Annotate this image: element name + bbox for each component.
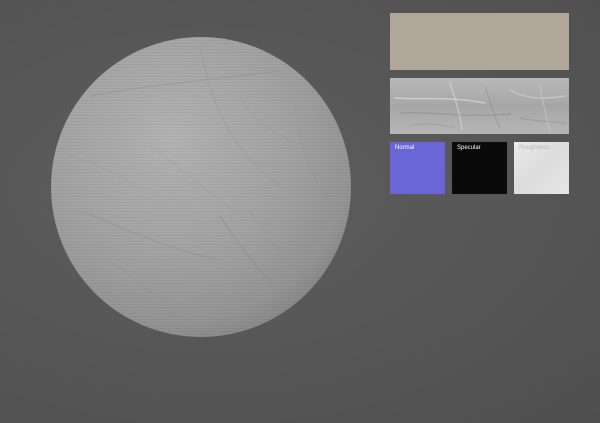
roughness-map-label: Roughness	[519, 145, 550, 151]
albedo-map-swatch	[390, 13, 569, 70]
material-preview-canvas: Normal Specular Roughness	[0, 0, 600, 423]
specular-map-label: Specular	[457, 145, 481, 151]
normal-map-label: Normal	[395, 145, 415, 151]
material-preview-sphere	[51, 37, 351, 337]
roughness-map-swatch: Roughness	[514, 142, 569, 194]
normal-map-swatch: Normal	[390, 142, 445, 194]
displacement-wrinkles	[394, 82, 567, 131]
specular-map-swatch: Specular	[452, 142, 507, 194]
displacement-map-swatch	[390, 78, 569, 134]
